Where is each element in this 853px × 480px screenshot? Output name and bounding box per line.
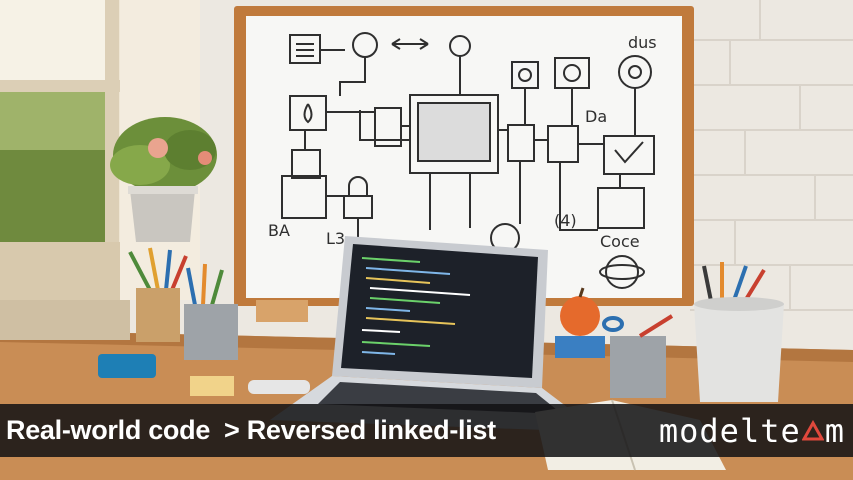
board-note-da: Da [585, 107, 607, 126]
board-note-4: (4) [554, 211, 577, 230]
triangle-logo-icon [801, 419, 824, 440]
board-note-ba: BA [268, 221, 290, 240]
board-note-coce: Coce [600, 232, 640, 251]
caption-title: > Reversed linked-list [224, 415, 496, 445]
caption-topic: Real-world code [6, 415, 211, 445]
caption-bar: Real-world code > Reversed linked-list mo… [0, 404, 853, 457]
modelteam-logo: modelte m [659, 412, 845, 450]
caption-text: Real-world code > Reversed linked-list [6, 415, 496, 446]
board-note-l3: L3 [326, 229, 345, 248]
brand-text-start: modelte [658, 411, 801, 450]
board-note-dus: dus [628, 33, 657, 52]
brand-text-end: m [824, 411, 845, 450]
